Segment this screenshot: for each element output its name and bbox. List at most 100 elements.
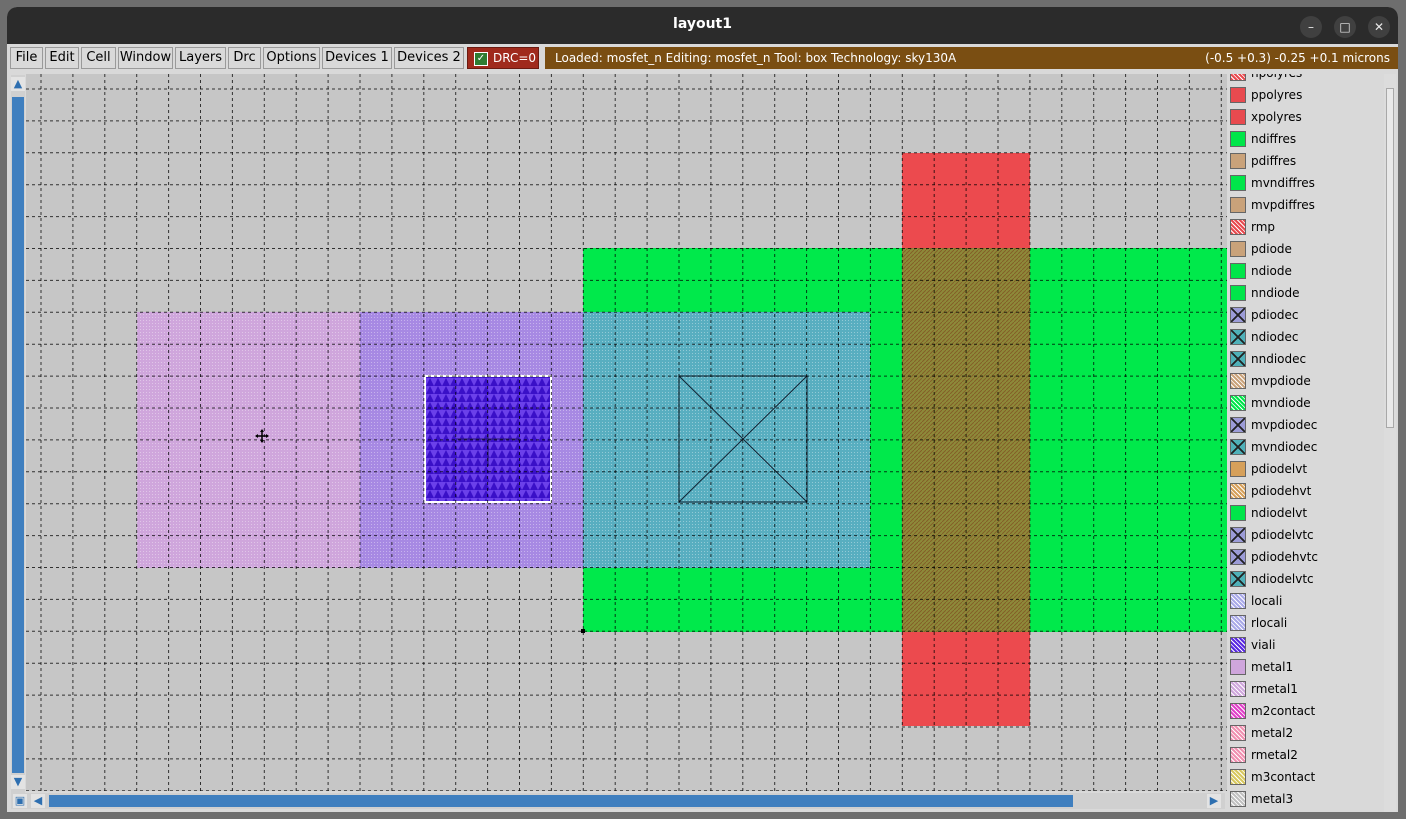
layer-name: m3contact	[1251, 770, 1316, 784]
layer-item[interactable]: mvndiodec	[1227, 436, 1383, 458]
title-bar[interactable]: layout1 – □ ✕	[7, 7, 1398, 44]
minimize-button[interactable]: –	[1300, 16, 1322, 38]
layer-palette[interactable]: npolyres ppolyres xpolyres ndiffres pdiffres…	[1227, 74, 1383, 812]
layer-item[interactable]: metal3	[1227, 788, 1383, 810]
horizontal-scrollbar[interactable]: ▣ ◀ ▶	[11, 793, 1225, 809]
layer-swatch-icon[interactable]	[1230, 351, 1246, 367]
scroll-left-icon[interactable]: ◀	[31, 794, 45, 808]
layer-item[interactable]: rmp	[1227, 216, 1383, 238]
menu-window[interactable]: Window	[118, 47, 173, 69]
layer-swatch-icon[interactable]	[1230, 747, 1246, 763]
layer-item[interactable]: nndiode	[1227, 282, 1383, 304]
layer-swatch-icon[interactable]	[1230, 637, 1246, 653]
layer-item[interactable]: viali	[1227, 634, 1383, 656]
layer-swatch-icon[interactable]	[1230, 461, 1246, 477]
layer-item[interactable]: rmetal2	[1227, 744, 1383, 766]
layer-item[interactable]: m2contact	[1227, 700, 1383, 722]
layer-item[interactable]: npolyres	[1227, 74, 1383, 84]
layer-swatch-icon[interactable]	[1230, 74, 1246, 81]
layer-swatch-icon[interactable]	[1230, 681, 1246, 697]
layer-item[interactable]: pdiffres	[1227, 150, 1383, 172]
layer-swatch-icon[interactable]	[1230, 483, 1246, 499]
layer-item[interactable]: m3contact	[1227, 766, 1383, 788]
layer-item[interactable]: mvpdiffres	[1227, 194, 1383, 216]
layout-canvas[interactable]	[26, 74, 1227, 791]
menu-edit[interactable]: Edit	[45, 47, 79, 69]
layer-item[interactable]: rlocali	[1227, 612, 1383, 634]
layer-swatch-icon[interactable]	[1230, 527, 1246, 543]
layer-item[interactable]: metal1	[1227, 656, 1383, 678]
layer-item[interactable]: metal2	[1227, 722, 1383, 744]
layer-swatch-icon[interactable]	[1230, 373, 1246, 389]
menu-options[interactable]: Options	[263, 47, 320, 69]
zoom-box-icon[interactable]: ▣	[13, 794, 27, 808]
layer-swatch-icon[interactable]	[1230, 769, 1246, 785]
drc-indicator[interactable]: ✓ DRC=0	[467, 47, 539, 69]
layer-swatch-icon[interactable]	[1230, 703, 1246, 719]
layer-item[interactable]: ndiodec	[1227, 326, 1383, 348]
layer-swatch-icon[interactable]	[1230, 505, 1246, 521]
maximize-button[interactable]: □	[1334, 16, 1356, 38]
layer-swatch-icon[interactable]	[1230, 285, 1246, 301]
layer-swatch-icon[interactable]	[1230, 417, 1246, 433]
layer-item[interactable]: nndiodec	[1227, 348, 1383, 370]
scroll-right-icon[interactable]: ▶	[1207, 794, 1221, 808]
layer-item[interactable]: pdiodelvt	[1227, 458, 1383, 480]
layer-name: xpolyres	[1251, 110, 1302, 124]
layer-item[interactable]: ndiodelvt	[1227, 502, 1383, 524]
layer-palette-scroll-thumb[interactable]	[1386, 88, 1394, 428]
layer-item[interactable]: ppolyres	[1227, 84, 1383, 106]
layer-swatch-icon[interactable]	[1230, 329, 1246, 345]
horizontal-scroll-thumb[interactable]	[49, 795, 1073, 807]
layer-swatch-icon[interactable]	[1230, 219, 1246, 235]
menu-devices-1[interactable]: Devices 1	[322, 47, 392, 69]
layer-swatch-icon[interactable]	[1230, 131, 1246, 147]
layer-item[interactable]: pdiodehvt	[1227, 480, 1383, 502]
layer-item[interactable]: rmetal1	[1227, 678, 1383, 700]
layer-item[interactable]: pdiodelvtc	[1227, 524, 1383, 546]
layer-item[interactable]: xpolyres	[1227, 106, 1383, 128]
layer-swatch-icon[interactable]	[1230, 197, 1246, 213]
layer-item[interactable]: mvndiffres	[1227, 172, 1383, 194]
layer-item[interactable]: pdiodec	[1227, 304, 1383, 326]
menu-layers[interactable]: Layers	[175, 47, 226, 69]
layer-item[interactable]: mvpdiode	[1227, 370, 1383, 392]
layer-item[interactable]: ndiode	[1227, 260, 1383, 282]
layer-swatch-icon[interactable]	[1230, 263, 1246, 279]
layer-swatch-icon[interactable]	[1230, 153, 1246, 169]
layer-item[interactable]: pdiode	[1227, 238, 1383, 260]
layer-swatch-icon[interactable]	[1230, 307, 1246, 323]
vertical-scroll-thumb[interactable]	[12, 97, 24, 773]
vertical-scrollbar[interactable]: ▲ ▼	[11, 75, 25, 795]
layer-swatch-icon[interactable]	[1230, 395, 1246, 411]
scroll-down-icon[interactable]: ▼	[11, 775, 25, 789]
layer-swatch-icon[interactable]	[1230, 439, 1246, 455]
layer-item[interactable]: locali	[1227, 590, 1383, 612]
drc-check-icon[interactable]: ✓	[474, 52, 488, 66]
layer-palette-scrollbar[interactable]	[1384, 74, 1396, 812]
close-button[interactable]: ✕	[1368, 16, 1390, 38]
layer-swatch-icon[interactable]	[1230, 87, 1246, 103]
layer-swatch-icon[interactable]	[1230, 241, 1246, 257]
layer-swatch-icon[interactable]	[1230, 549, 1246, 565]
layer-swatch-icon[interactable]	[1230, 791, 1246, 807]
layer-item[interactable]: mvpdiodec	[1227, 414, 1383, 436]
menu-drc[interactable]: Drc	[228, 47, 261, 69]
scroll-up-icon[interactable]: ▲	[11, 77, 25, 91]
layer-name: ppolyres	[1251, 88, 1303, 102]
layer-item[interactable]: ndiodelvtc	[1227, 568, 1383, 590]
layer-item[interactable]: pdiodehvtc	[1227, 546, 1383, 568]
layer-swatch-icon[interactable]	[1230, 593, 1246, 609]
layer-swatch-icon[interactable]	[1230, 659, 1246, 675]
menu-cell[interactable]: Cell	[81, 47, 116, 69]
layer-swatch-icon[interactable]	[1230, 175, 1246, 191]
layer-swatch-icon[interactable]	[1230, 109, 1246, 125]
layer-swatch-icon[interactable]	[1230, 615, 1246, 631]
menu-devices-2[interactable]: Devices 2	[394, 47, 464, 69]
layer-swatch-icon[interactable]	[1230, 725, 1246, 741]
layer-item[interactable]: ndiffres	[1227, 128, 1383, 150]
menu-file[interactable]: File	[10, 47, 43, 69]
layout-drawing[interactable]	[26, 74, 1227, 791]
layer-swatch-icon[interactable]	[1230, 571, 1246, 587]
layer-item[interactable]: mvndiode	[1227, 392, 1383, 414]
